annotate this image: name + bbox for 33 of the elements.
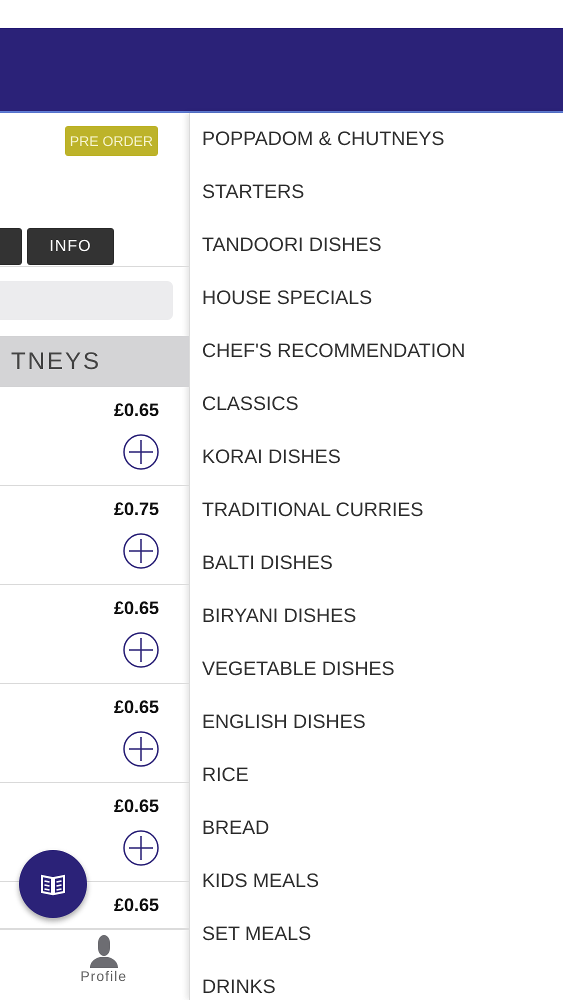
category-item[interactable]: TANDOORI DISHES [202, 219, 563, 272]
category-item[interactable]: BIRYANI DISHES [202, 590, 563, 643]
add-icon[interactable] [123, 533, 159, 569]
category-item[interactable]: ENGLISH DISHES [202, 696, 563, 749]
category-item[interactable]: KORAI DISHES [202, 431, 563, 484]
category-item[interactable]: POPPADOM & CHUTNEYS [202, 113, 563, 166]
pre-order-badge: PRE ORDER [64, 126, 158, 156]
category-item[interactable]: CHEF'S RECOMMENDATION [202, 325, 563, 378]
add-icon[interactable] [123, 434, 159, 470]
menu-fab[interactable] [19, 850, 87, 918]
category-item[interactable]: CLASSICS [202, 378, 563, 431]
category-item[interactable]: STARTERS [202, 166, 563, 219]
price: £0.65 [114, 895, 159, 916]
category-item[interactable]: HOUSE SPECIALS [202, 272, 563, 325]
section-title: TNEYS [10, 348, 101, 376]
category-item[interactable]: TRADITIONAL CURRIES [202, 484, 563, 537]
category-item[interactable]: BREAD [202, 802, 563, 855]
price: £0.65 [114, 400, 159, 421]
category-item[interactable]: RICE [202, 749, 563, 802]
add-icon[interactable] [123, 830, 159, 866]
profile-tab[interactable]: Profile [80, 930, 127, 1000]
category-item[interactable]: VEGETABLE DISHES [202, 643, 563, 696]
category-item[interactable]: BALTI DISHES [202, 537, 563, 590]
price: £0.65 [114, 697, 159, 718]
category-item[interactable]: KIDS MEALS [202, 855, 563, 908]
category-item[interactable]: SET MEALS [202, 908, 563, 961]
info-button[interactable]: INFO [27, 228, 114, 265]
price: £0.75 [114, 499, 159, 520]
price: £0.65 [114, 598, 159, 619]
add-icon[interactable] [123, 632, 159, 668]
category-item[interactable]: DRINKS [202, 961, 563, 1000]
add-icon[interactable] [123, 731, 159, 767]
price: £0.65 [114, 796, 159, 817]
